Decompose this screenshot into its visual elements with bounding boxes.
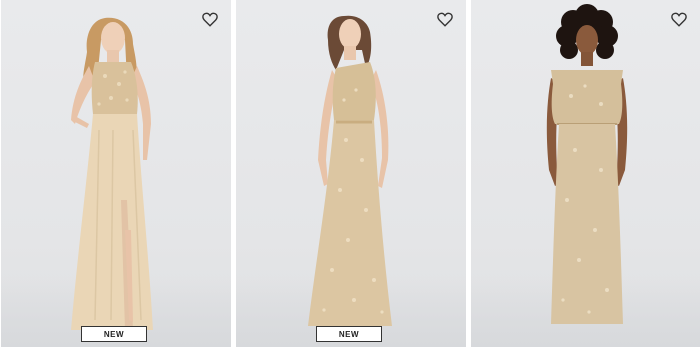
favorite-heart-icon[interactable] [201, 10, 219, 28]
favorite-heart-icon[interactable] [670, 10, 688, 28]
product-image-2[interactable] [236, 0, 466, 347]
product-card-3[interactable] [471, 0, 700, 347]
new-badge: NEW [316, 326, 382, 342]
new-badge: NEW [81, 326, 147, 342]
product-image-3[interactable] [471, 0, 700, 347]
product-image-1[interactable] [1, 0, 231, 347]
product-card-1[interactable]: NEW [1, 0, 231, 347]
product-card-2[interactable]: NEW [236, 0, 466, 347]
favorite-heart-icon[interactable] [436, 10, 454, 28]
